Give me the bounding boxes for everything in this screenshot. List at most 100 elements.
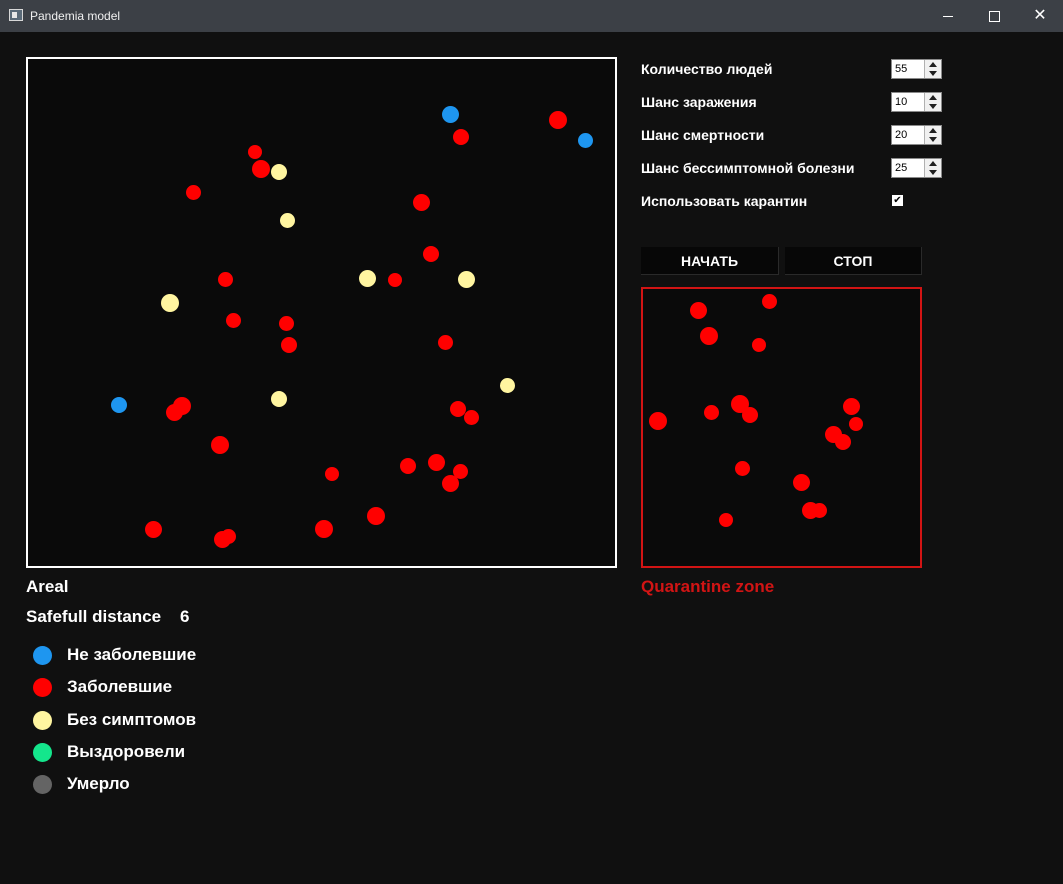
- safe-distance-label: Safefull distance: [26, 607, 162, 626]
- arrow-up-icon[interactable]: [929, 161, 937, 166]
- quarantine-zone-label: Quarantine zone: [641, 577, 775, 596]
- death-chance-label: Шанс смертности: [641, 127, 765, 143]
- person-dot-infected: [400, 458, 416, 474]
- person-dot-infected: [279, 316, 294, 331]
- person-dot-infected: [843, 398, 860, 415]
- person-dot-healthy: [442, 106, 459, 123]
- dead-swatch: [33, 775, 52, 794]
- person-dot-infected: [173, 397, 191, 415]
- areal-label: Areal: [26, 577, 69, 596]
- close-icon: ✕: [1033, 7, 1047, 24]
- infection-chance-label: Шанс заражения: [641, 94, 757, 110]
- arrow-down-icon[interactable]: [929, 104, 937, 109]
- safe-distance-value: 6: [180, 607, 190, 626]
- person-dot-infected: [849, 417, 863, 431]
- death-chance-spinbox[interactable]: 20: [891, 125, 942, 145]
- arrow-up-icon[interactable]: [929, 128, 937, 133]
- person-dot-asymptomatic: [458, 271, 475, 288]
- spin-arrows[interactable]: [924, 93, 941, 111]
- legend-label: Без симптомов: [67, 710, 197, 729]
- person-dot-infected: [218, 272, 233, 287]
- person-dot-infected: [735, 461, 750, 476]
- person-dot-infected: [423, 246, 439, 262]
- quarantine-area: [641, 287, 922, 568]
- person-dot-infected: [835, 434, 851, 450]
- asymptomatic-chance-value: 25: [895, 162, 908, 174]
- asymptomatic-chance-label: Шанс бессимптомной болезни: [641, 160, 855, 176]
- people-count-label: Количество людей: [641, 61, 773, 77]
- people-count-spinbox[interactable]: 55: [891, 59, 942, 79]
- person-dot-infected: [442, 475, 459, 492]
- asymptomatic-swatch: [33, 711, 52, 730]
- minimize-button[interactable]: [925, 0, 971, 32]
- arrow-down-icon[interactable]: [929, 137, 937, 142]
- minimize-icon: [943, 15, 953, 17]
- asymptomatic-chance-spinbox[interactable]: 25: [891, 158, 942, 178]
- window-title: Pandemia model: [30, 9, 121, 23]
- person-dot-asymptomatic: [359, 270, 376, 287]
- stop-button[interactable]: СТОП: [785, 247, 922, 275]
- legend-label: Умерло: [67, 774, 130, 793]
- arrow-down-icon[interactable]: [929, 170, 937, 175]
- person-dot-infected: [438, 335, 453, 350]
- person-dot-infected: [211, 436, 229, 454]
- infection-chance-value: 10: [895, 96, 908, 108]
- person-dot-infected: [649, 412, 667, 430]
- person-dot-infected: [793, 474, 810, 491]
- healthy-swatch: [33, 646, 52, 665]
- close-button[interactable]: ✕: [1017, 0, 1063, 32]
- infection-chance-spinbox[interactable]: 10: [891, 92, 942, 112]
- person-dot-healthy: [111, 397, 127, 413]
- arrow-down-icon[interactable]: [929, 71, 937, 76]
- person-dot-healthy: [578, 133, 593, 148]
- person-dot-infected: [315, 520, 333, 538]
- person-dot-infected: [367, 507, 385, 525]
- person-dot-infected: [428, 454, 445, 471]
- spin-arrows[interactable]: [924, 126, 941, 144]
- title-bar: Pandemia model ✕: [0, 0, 1063, 32]
- legend-label: Заболевшие: [67, 677, 173, 696]
- person-dot-infected: [719, 513, 733, 527]
- person-dot-infected: [752, 338, 766, 352]
- person-dot-infected: [226, 313, 241, 328]
- legend-label: Выздоровели: [67, 742, 186, 761]
- person-dot-asymptomatic: [271, 164, 287, 180]
- person-dot-infected: [549, 111, 567, 129]
- infected-swatch: [33, 678, 52, 697]
- arrow-up-icon[interactable]: [929, 95, 937, 100]
- quarantine-checkbox[interactable]: ✔: [892, 195, 903, 206]
- person-dot-asymptomatic: [161, 294, 179, 312]
- person-dot-asymptomatic: [280, 213, 295, 228]
- person-dot-infected: [325, 467, 339, 481]
- person-dot-infected: [742, 407, 758, 423]
- person-dot-infected: [252, 160, 270, 178]
- person-dot-infected: [413, 194, 430, 211]
- start-button[interactable]: НАЧАТЬ: [641, 247, 779, 275]
- person-dot-asymptomatic: [271, 391, 287, 407]
- person-dot-infected: [388, 273, 402, 287]
- spin-arrows[interactable]: [924, 60, 941, 78]
- person-dot-infected: [145, 521, 162, 538]
- person-dot-infected: [186, 185, 201, 200]
- maximize-button[interactable]: [971, 0, 1017, 32]
- person-dot-asymptomatic: [500, 378, 515, 393]
- app-icon: [9, 9, 23, 21]
- maximize-icon: [988, 10, 1000, 22]
- person-dot-infected: [464, 410, 479, 425]
- people-count-value: 55: [895, 63, 908, 75]
- person-dot-infected: [221, 529, 236, 544]
- spin-arrows[interactable]: [924, 159, 941, 177]
- arrow-up-icon[interactable]: [929, 62, 937, 67]
- simulation-area: [26, 57, 617, 568]
- person-dot-infected: [700, 327, 718, 345]
- checkmark-icon: ✔: [893, 195, 902, 206]
- person-dot-infected: [281, 337, 297, 353]
- person-dot-infected: [704, 405, 719, 420]
- death-chance-value: 20: [895, 129, 908, 141]
- person-dot-infected: [248, 145, 262, 159]
- person-dot-infected: [812, 503, 827, 518]
- recovered-swatch: [33, 743, 52, 762]
- quarantine-toggle-label: Использовать карантин: [641, 193, 808, 209]
- person-dot-infected: [762, 294, 777, 309]
- person-dot-infected: [690, 302, 707, 319]
